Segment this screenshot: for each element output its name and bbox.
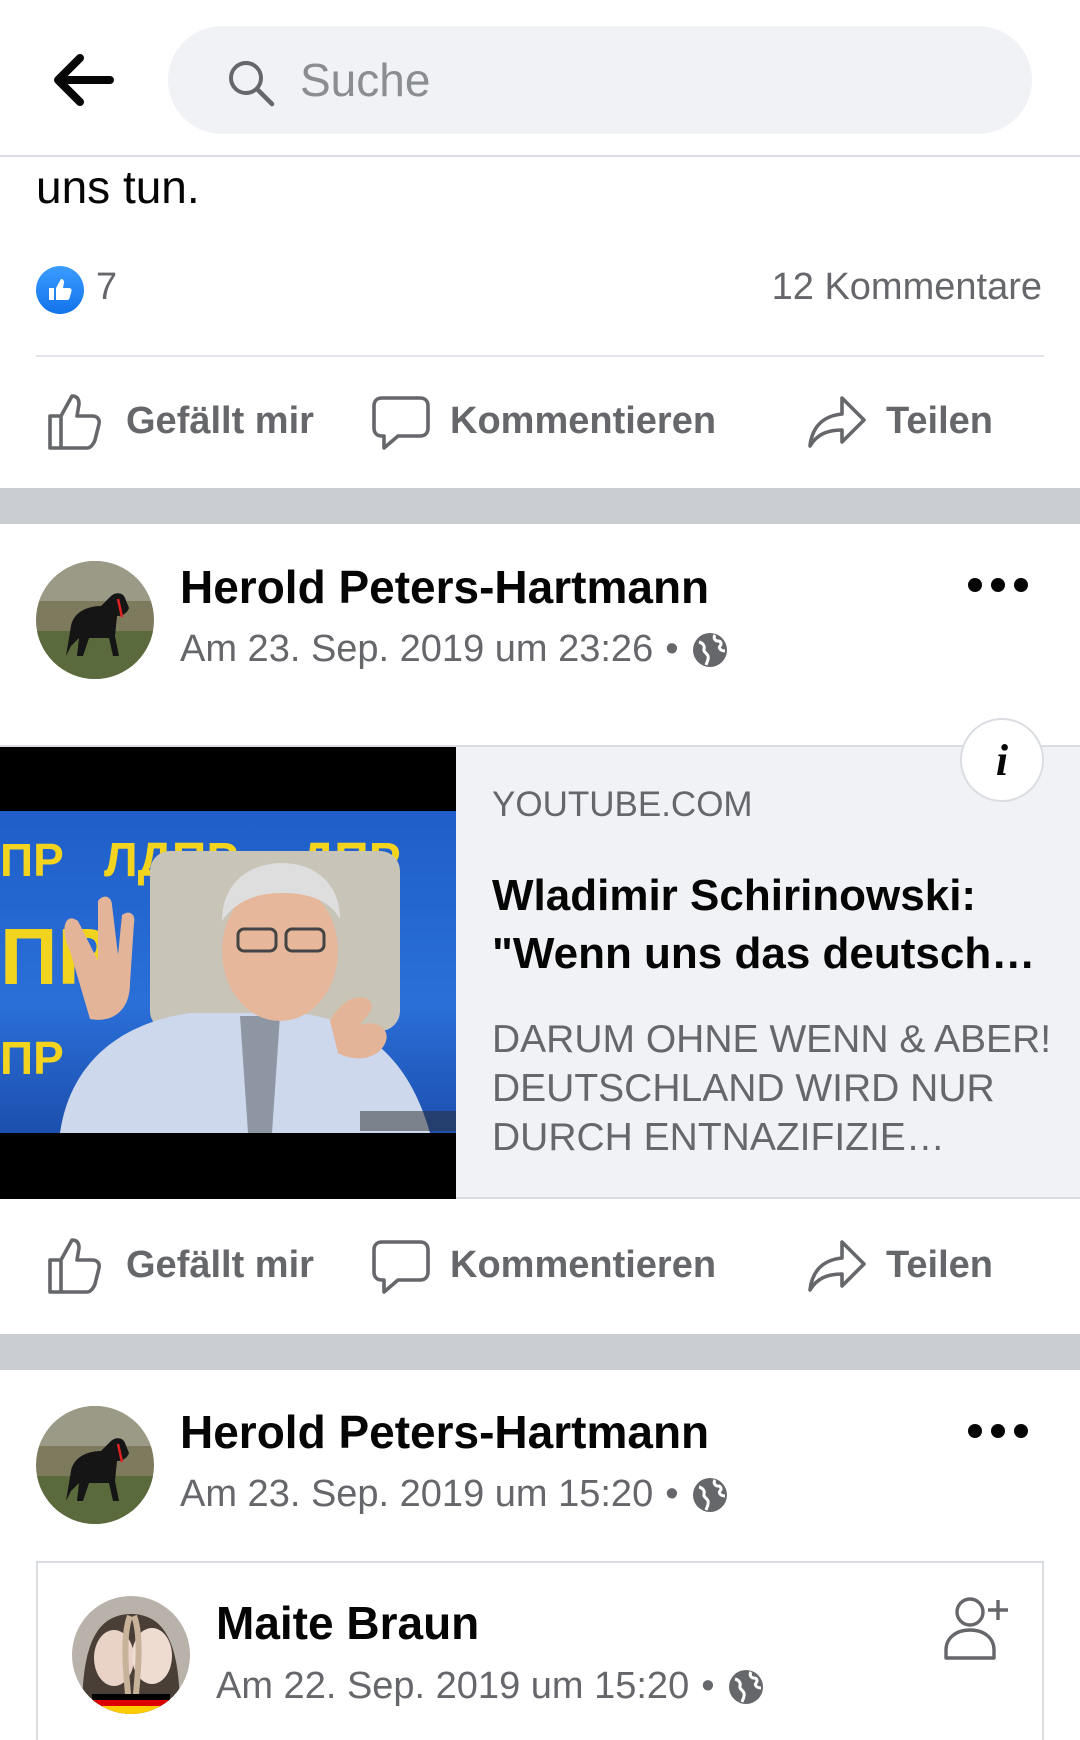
comment-bubble-icon [372, 396, 430, 450]
link-title[interactable]: Wladimir Schirinowski: "Wenn uns das deu… [492, 867, 1052, 983]
share-button-label: Teilen [886, 399, 993, 442]
top-bar [0, 0, 1080, 157]
link-description: DARUM OHNE WENN & ABER! DEUTSCHLAND WIRD… [492, 1018, 1052, 1159]
like-button-label: Gefällt mir [126, 1243, 314, 1286]
post-timestamp[interactable]: Am 23. Sep. 2019 um 15:20 [180, 1473, 653, 1516]
share-button[interactable]: Teilen [806, 366, 993, 476]
shared-post-meta: Am 22. Sep. 2019 um 15:20 • [216, 1665, 765, 1708]
search-icon [229, 61, 275, 107]
link-domain: YOUTUBE.COM [492, 785, 753, 824]
globe-icon [692, 1477, 727, 1512]
globe-icon [692, 632, 727, 667]
comment-button-label: Kommentieren [450, 1243, 717, 1286]
avatar[interactable] [36, 1406, 154, 1524]
like-count[interactable]: 7 [96, 266, 117, 309]
more-options-icon[interactable] [968, 570, 1028, 600]
feed-separator [0, 1334, 1080, 1370]
share-button-label: Teilen [886, 1243, 993, 1286]
thumbs-up-icon [48, 1238, 101, 1294]
share-arrow-icon [808, 396, 866, 448]
shared-post-author-name[interactable]: Maite Braun [216, 1596, 479, 1650]
more-options-icon[interactable] [968, 1416, 1028, 1446]
meta-separator: • [665, 1473, 679, 1515]
avatar[interactable] [36, 561, 154, 679]
like-button[interactable]: Gefällt mir [46, 366, 314, 476]
video-thumbnail: ПР ЛДПР ДПР ПР ПР [0, 747, 456, 1199]
post-text: uns tun. [36, 161, 200, 213]
avatar[interactable] [72, 1596, 190, 1714]
add-friend-icon[interactable] [940, 1592, 1012, 1664]
thumbs-up-icon [48, 394, 101, 450]
post-timestamp[interactable]: Am 23. Sep. 2019 um 23:26 [180, 628, 653, 671]
like-button-label: Gefällt mir [126, 399, 314, 442]
post-author-name[interactable]: Herold Peters-Hartmann [180, 560, 709, 614]
like-reaction-icon[interactable] [36, 266, 84, 314]
search-bar[interactable] [168, 26, 1032, 134]
comment-bubble-icon [372, 1240, 430, 1294]
back-arrow-icon[interactable] [52, 52, 116, 108]
post-author-name[interactable]: Herold Peters-Hartmann [180, 1405, 709, 1459]
divider [36, 355, 1044, 357]
share-button[interactable]: Teilen [806, 1210, 993, 1320]
post2-action-bar: Gefällt mir Kommentieren Teilen [0, 1210, 1080, 1320]
link-preview-card[interactable]: ПР ЛДПР ДПР ПР ПР YOUTUBE.COM Wladimir S… [0, 745, 1080, 1199]
shared-post-timestamp[interactable]: Am 22. Sep. 2019 um 15:20 [216, 1665, 689, 1708]
meta-separator: • [665, 628, 679, 670]
post1-action-bar: Gefällt mir Kommentieren Teilen [0, 366, 1080, 476]
feed-separator [0, 488, 1080, 524]
comment-button-label: Kommentieren [450, 399, 717, 442]
share-arrow-icon [808, 1240, 866, 1292]
post-meta: Am 23. Sep. 2019 um 23:26 • [180, 628, 729, 671]
meta-separator: • [701, 1665, 715, 1707]
post-meta: Am 23. Sep. 2019 um 15:20 • [180, 1473, 729, 1516]
globe-icon [728, 1669, 763, 1704]
like-button[interactable]: Gefällt mir [46, 1210, 314, 1320]
comment-button[interactable]: Kommentieren [370, 1210, 716, 1320]
speaker-figure [60, 851, 456, 1133]
search-input[interactable] [300, 48, 980, 112]
comment-button[interactable]: Kommentieren [370, 366, 716, 476]
info-icon[interactable]: i [960, 718, 1044, 802]
comment-count-link[interactable]: 12 Kommentare [772, 266, 1042, 309]
